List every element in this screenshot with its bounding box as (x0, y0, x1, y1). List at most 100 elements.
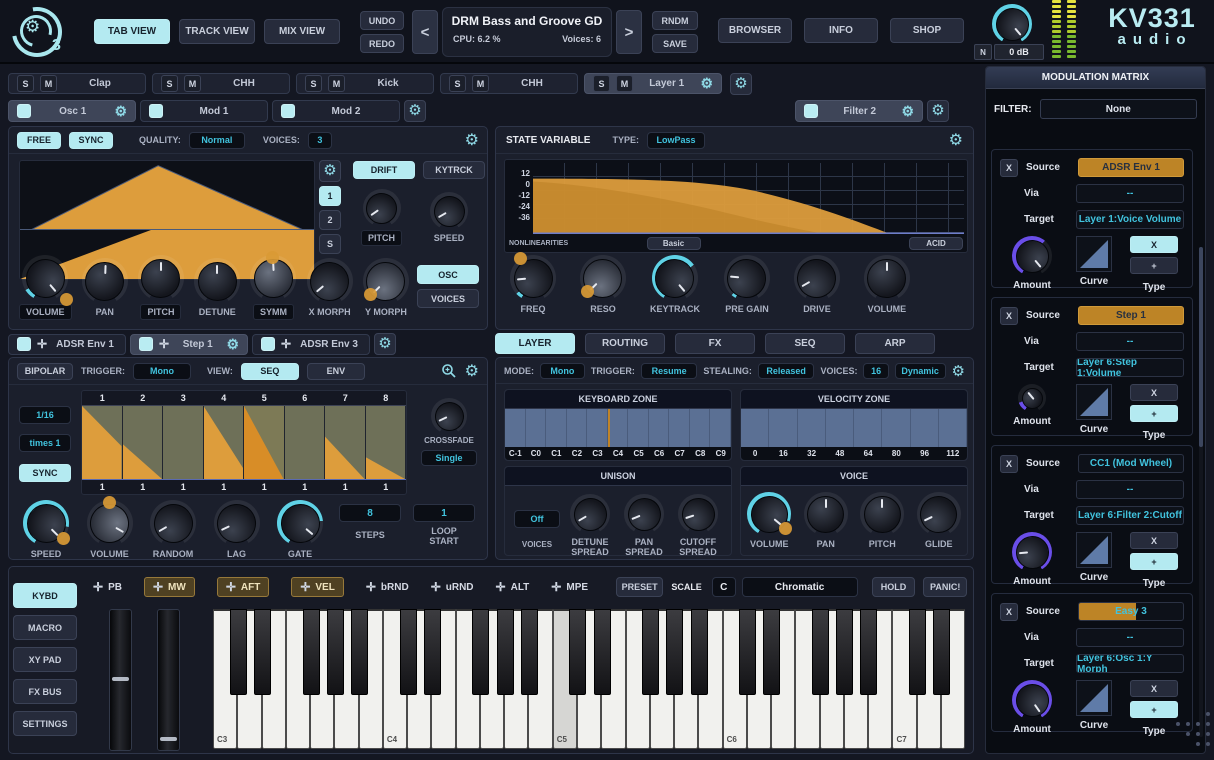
black-key[interactable] (642, 609, 659, 695)
zoom-icon[interactable] (441, 363, 457, 379)
side-tab-fx-bus[interactable]: FX BUS (13, 679, 77, 704)
wave-button-2[interactable]: 2 (319, 210, 341, 230)
env-view-button[interactable]: ENV (307, 363, 365, 380)
mod-matrix-scrollbar[interactable] (1199, 247, 1203, 737)
layer-trigger-value[interactable]: Resume (641, 363, 698, 379)
preset-display[interactable]: DRM Bass and Groove GD CPU: 6.2 % Voices… (442, 7, 612, 57)
black-key[interactable] (763, 609, 780, 695)
env-tab-step-1[interactable]: ✛Step 1⚙ (130, 334, 248, 355)
wave-gear-icon[interactable]: ⚙ (319, 160, 341, 182)
layer-tab-fx[interactable]: FX (675, 333, 755, 354)
env-tab-adsr-env-1[interactable]: ✛ADSR Env 1 (8, 334, 126, 355)
black-key[interactable] (860, 609, 877, 695)
black-key[interactable] (933, 609, 950, 695)
mod-target-value[interactable]: Layer 6:Filter 2:Cutoff (1076, 506, 1184, 525)
perf-control-mw[interactable]: ✛MW (144, 577, 195, 597)
knob-gate[interactable]: GATE (277, 500, 323, 559)
osc-voices-value[interactable]: 3 (308, 132, 332, 149)
scale-name-value[interactable]: Chromatic (742, 577, 858, 597)
mod-source-value[interactable]: ADSR Env 1 (1078, 158, 1184, 177)
knob-ctrl[interactable] (431, 398, 467, 434)
step-cell-4[interactable] (204, 406, 245, 479)
black-key[interactable] (327, 609, 344, 695)
view-tab-tab-view[interactable]: TAB VIEW (94, 19, 170, 44)
perf-control-mpe[interactable]: ✛MPE (551, 580, 588, 594)
knob-cutoff-spread[interactable]: CUTOFF SPREAD (678, 494, 718, 557)
knob-pre-gain[interactable]: PRE GAIN (724, 255, 770, 314)
quality-value[interactable]: Normal (189, 132, 245, 149)
curve-icon[interactable] (1076, 532, 1112, 568)
mod-via-value[interactable]: -- (1076, 480, 1184, 499)
solo-button[interactable]: S (17, 75, 34, 92)
layer-header-gear-icon[interactable]: ⚙ (952, 362, 965, 380)
master-volume-knob[interactable] (992, 4, 1032, 44)
mod-target-value[interactable]: Layer 6:Osc 1:Y Morph (1076, 654, 1184, 673)
view-tab-mix-view[interactable]: MIX VIEW (264, 19, 340, 44)
mod-target-value[interactable]: Layer 1:Voice Volume (1076, 210, 1184, 229)
track-settings-gear-icon[interactable]: ⚙ (730, 73, 752, 95)
track-tab-kick[interactable]: SMKick (296, 73, 434, 94)
knob-detune[interactable]: DETUNE (194, 258, 240, 317)
env-enable-checkbox[interactable] (261, 337, 275, 351)
wave-button-1[interactable]: 1 (319, 186, 341, 206)
env-header-gear-icon[interactable]: ⚙ (465, 361, 479, 381)
step-cell-8[interactable] (366, 406, 407, 479)
mute-button[interactable]: M (40, 75, 57, 92)
knob-pitch[interactable]: PITCH (860, 492, 904, 549)
keyboard-zone[interactable]: KEYBOARD ZONE C-1C0C1C2C3C4C5C6C7C8C9 (504, 389, 732, 461)
step-cell-6[interactable] (285, 406, 326, 479)
randomize-button[interactable]: RNDM (652, 11, 698, 30)
type-plus-button[interactable]: + (1130, 405, 1178, 422)
env-enable-checkbox[interactable] (17, 337, 31, 351)
knob-drive[interactable]: DRIVE (794, 255, 840, 314)
env-tab-gear-icon[interactable]: ⚙ (226, 336, 239, 353)
module-tab-gear-icon[interactable]: ⚙ (114, 103, 127, 120)
type-plus-button[interactable]: + (1130, 553, 1178, 570)
step-sequencer-display[interactable]: 12345678 11111111 (81, 390, 407, 495)
black-key[interactable] (739, 609, 756, 695)
env-trigger-value[interactable]: Mono (133, 363, 191, 380)
wave-button-s[interactable]: S (319, 234, 341, 254)
knob-symm[interactable]: SYMM (250, 255, 296, 320)
black-key[interactable] (909, 609, 926, 695)
osc-display-button[interactable]: OSC (417, 265, 479, 284)
curve-icon[interactable] (1076, 236, 1112, 272)
save-button[interactable]: SAVE (652, 34, 698, 53)
dynamic-value[interactable]: Dynamic (895, 363, 946, 379)
knob-volume[interactable]: VOLUME (747, 492, 791, 549)
track-tab-layer-1[interactable]: SMLayer 1⚙ (584, 73, 722, 94)
crossfade-value[interactable]: Single (421, 450, 477, 466)
curve-icon[interactable] (1076, 680, 1112, 716)
knob-speed[interactable]: SPEED (430, 192, 468, 243)
side-tab-xy-pad[interactable]: XY PAD (13, 647, 77, 672)
knob-y-morph[interactable]: Y MORPH (363, 258, 409, 317)
type-x-button[interactable]: X (1130, 680, 1178, 697)
knob-lag[interactable]: LAG (214, 500, 260, 559)
mod-target-value[interactable]: Layer 6:Step 1:Volume (1076, 358, 1184, 377)
filter-type-value[interactable]: LowPass (647, 132, 705, 149)
layer-tab-seq[interactable]: SEQ (765, 333, 845, 354)
type-x-button[interactable]: X (1130, 384, 1178, 401)
knob-keytrack[interactable]: KEYTRACK (650, 255, 700, 314)
knob-freq[interactable]: FREQ (510, 255, 556, 314)
knob-speed[interactable]: SPEED (23, 500, 69, 559)
knob-ctrl[interactable] (1018, 384, 1046, 412)
side-tab-kybd[interactable]: KYBD (13, 583, 77, 608)
black-key[interactable] (812, 609, 829, 695)
black-key[interactable] (472, 609, 489, 695)
step-rate-value[interactable]: 1/16 (19, 406, 71, 424)
nav-button-info[interactable]: INFO (804, 18, 878, 43)
knob-pitch[interactable]: PITCH (138, 255, 184, 320)
black-key[interactable] (230, 609, 247, 695)
track-tab-chh[interactable]: SMCHH (152, 73, 290, 94)
type-plus-button[interactable]: + (1130, 701, 1178, 718)
mute-button[interactable]: M (184, 75, 201, 92)
nav-button-shop[interactable]: SHOP (890, 18, 964, 43)
mute-button[interactable]: M (328, 75, 345, 92)
module-enable-checkbox[interactable] (149, 104, 163, 118)
knob-volume[interactable]: VOLUME (87, 500, 133, 559)
module-add-gear-icon[interactable]: ⚙ (927, 100, 949, 122)
solo-button[interactable]: S (161, 75, 178, 92)
black-key[interactable] (691, 609, 708, 695)
module-add-gear-icon[interactable]: ⚙ (404, 100, 426, 122)
